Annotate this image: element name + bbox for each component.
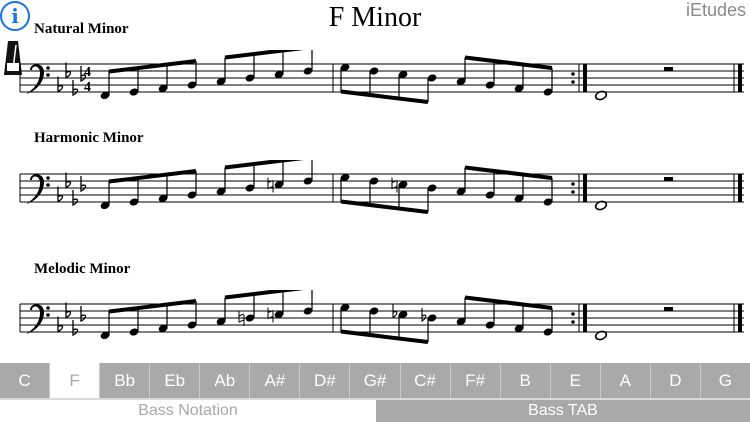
half-rest: [664, 177, 673, 181]
flat-sign: [80, 176, 87, 193]
beam: [340, 89, 429, 104]
flat-sign: [57, 76, 64, 93]
key-button[interactable]: Eb: [150, 363, 201, 398]
repeat-dot: [571, 72, 575, 76]
brand-label: iEtudes: [685, 0, 746, 20]
beam: [224, 290, 304, 300]
bass-clef: [26, 174, 44, 204]
bass-notation-tab[interactable]: Bass Notation: [0, 400, 376, 422]
beam: [108, 169, 197, 184]
melodic-minor-staff: [19, 290, 744, 344]
repeat-dot: [571, 320, 575, 324]
natural-minor-staff: 44: [19, 50, 744, 104]
flat-sign: [72, 80, 79, 97]
flat-sign: [65, 62, 72, 79]
beam: [108, 299, 197, 314]
bass-tab-tab[interactable]: Bass TAB: [376, 400, 750, 422]
beam: [340, 329, 429, 344]
repeat-barline-thick: [583, 64, 587, 92]
repeat-dot: [571, 80, 575, 84]
final-barline-thick: [738, 64, 742, 92]
flat-sign: [72, 190, 79, 207]
key-button[interactable]: F: [50, 363, 101, 398]
key-button[interactable]: F#: [450, 363, 501, 398]
key-button[interactable]: C#: [400, 363, 451, 398]
flat-sign: [72, 320, 79, 337]
flat-sign: [57, 316, 64, 333]
beam: [108, 59, 197, 74]
key-button[interactable]: G#: [350, 363, 401, 398]
key-button[interactable]: D#: [300, 363, 351, 398]
clef-dot: [46, 306, 50, 310]
melodic-minor-label: Melodic Minor: [34, 261, 131, 277]
half-rest: [664, 67, 673, 71]
key-button[interactable]: C: [0, 363, 51, 398]
repeat-dot: [571, 190, 575, 194]
clef-dot: [46, 176, 50, 180]
flat-sign: [80, 306, 87, 323]
key-selector: C F Bb Eb Ab A# D# G# C# F# B E A D G: [0, 363, 750, 398]
bass-clef: [26, 304, 44, 334]
key-button[interactable]: D: [650, 363, 701, 398]
beam: [464, 295, 553, 310]
clef-dot: [46, 66, 50, 70]
repeat-barline-thick: [583, 174, 587, 202]
harmonic-minor-label: Harmonic Minor: [34, 130, 144, 146]
bass-clef: [26, 64, 44, 94]
natural-minor-label: Natural Minor: [34, 21, 129, 37]
key-button[interactable]: A#: [250, 363, 301, 398]
beam: [224, 160, 304, 170]
clef-dot: [46, 313, 50, 317]
key-button[interactable]: Bb: [100, 363, 151, 398]
final-barline-thick: [738, 174, 742, 202]
key-button[interactable]: E: [550, 363, 601, 398]
clef-dot: [46, 73, 50, 77]
flat-sign: [57, 186, 64, 203]
mode-selector: Bass Notation Bass TAB: [0, 400, 750, 422]
natural-sign: [267, 307, 274, 323]
clef-dot: [46, 183, 50, 187]
final-barline-thick: [738, 304, 742, 332]
repeat-dot: [571, 312, 575, 316]
beam: [340, 199, 429, 214]
natural-sign: [267, 177, 274, 193]
beam: [464, 55, 553, 70]
time-signature: 4: [84, 80, 91, 95]
key-button[interactable]: B: [500, 363, 551, 398]
beam: [464, 165, 553, 180]
time-signature: 4: [84, 65, 91, 80]
beam: [224, 50, 304, 60]
repeat-dot: [571, 182, 575, 186]
repeat-barline-thick: [583, 304, 587, 332]
flat-sign: [65, 172, 72, 189]
natural-sign: [391, 177, 398, 193]
half-rest: [664, 307, 673, 311]
key-button[interactable]: A: [600, 363, 651, 398]
flat-sign: [421, 308, 427, 322]
harmonic-minor-staff: [19, 160, 744, 214]
flat-sign: [65, 302, 72, 319]
key-button[interactable]: G: [700, 363, 750, 398]
key-button[interactable]: Ab: [200, 363, 251, 398]
